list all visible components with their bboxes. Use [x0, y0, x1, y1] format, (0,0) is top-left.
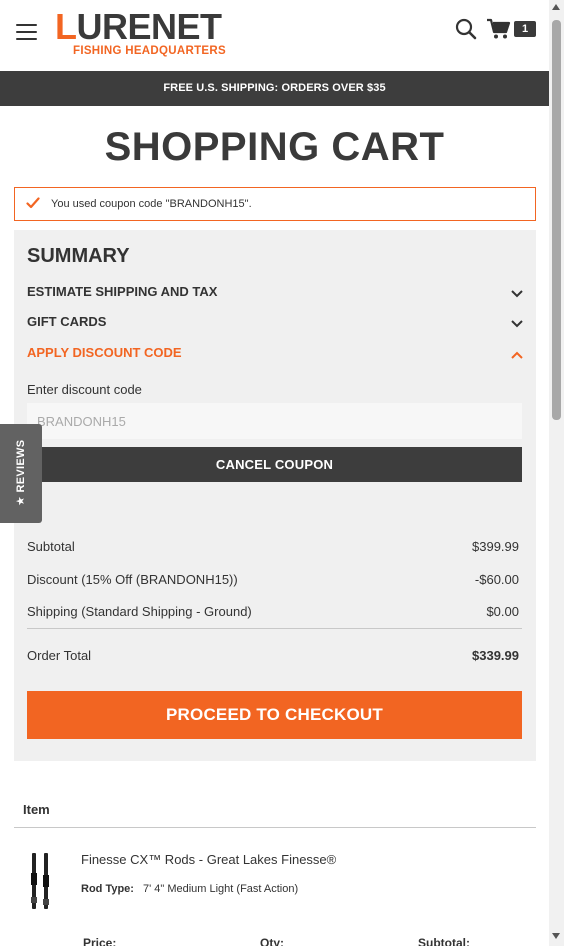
totals-divider: [27, 628, 522, 629]
apply-discount-toggle[interactable]: APPLY DISCOUNT CODE: [27, 344, 523, 366]
order-total-value: $339.99: [472, 648, 519, 663]
accordion-label: APPLY DISCOUNT CODE: [27, 345, 182, 360]
site-header: LURENET FISHING HEADQUARTERS 1: [0, 0, 549, 71]
order-summary-panel: SUMMARY ESTIMATE SHIPPING AND TAX GIFT C…: [14, 230, 536, 761]
logo-tagline: FISHING HEADQUARTERS: [73, 45, 226, 57]
subtotal-column-header: Subtotal:: [418, 936, 470, 946]
reviews-side-tab[interactable]: ★ REVIEWS: [0, 424, 42, 523]
option-key: Rod Type:: [81, 883, 134, 895]
shipping-row: Shipping (Standard Shipping - Ground) $0…: [27, 604, 519, 619]
page-title: SHOPPING CART: [104, 125, 445, 169]
order-total-label: Order Total: [27, 648, 92, 663]
menu-icon[interactable]: [16, 24, 37, 40]
scroll-up-icon[interactable]: [552, 4, 560, 10]
coupon-success-message: You used coupon code "BRANDONH15".: [14, 187, 536, 221]
subtotal-label: Subtotal: [27, 539, 75, 554]
price-column-header: Price:: [83, 936, 117, 946]
qty-column-header: Qty:: [260, 936, 284, 946]
logo-wordmark: LURENET: [55, 6, 222, 47]
site-logo[interactable]: LURENET FISHING HEADQUARTERS: [55, 8, 240, 62]
item-divider: [14, 827, 536, 828]
cart-icon[interactable]: [486, 18, 512, 40]
cancel-coupon-button[interactable]: CANCEL COUPON: [27, 447, 522, 482]
scroll-down-icon[interactable]: [552, 933, 560, 939]
product-name-link[interactable]: Finesse CX™ Rods - Great Lakes Finesse®: [81, 852, 336, 867]
subtotal-row: Subtotal $399.99: [27, 539, 519, 554]
cart-count-badge[interactable]: 1: [514, 21, 536, 37]
chevron-up-icon: [511, 347, 523, 359]
item-column-header: Item: [23, 802, 50, 817]
accordion-label: ESTIMATE SHIPPING AND TAX: [27, 284, 218, 299]
product-image[interactable]: [28, 853, 54, 909]
shipping-value: $0.00: [486, 604, 519, 619]
order-total-row: Order Total $339.99: [27, 648, 519, 663]
option-value: 7' 4" Medium Light (Fast Action): [142, 883, 299, 895]
discount-label: Discount (15% Off (BRANDONH15)): [27, 572, 238, 587]
discount-row: Discount (15% Off (BRANDONH15)) -$60.00: [27, 572, 519, 587]
discount-value: -$60.00: [474, 572, 519, 587]
gift-cards-toggle[interactable]: GIFT CARDS: [27, 313, 523, 335]
shipping-banner: FREE U.S. SHIPPING: ORDERS OVER $35: [0, 71, 549, 106]
scrollbar-thumb[interactable]: [552, 20, 561, 420]
discount-code-input[interactable]: [27, 403, 522, 439]
summary-title: SUMMARY: [27, 245, 130, 267]
product-option: Rod Type: 7' 4" Medium Light (Fast Action…: [81, 883, 298, 895]
page-scrollbar[interactable]: [549, 0, 564, 946]
discount-code-label: Enter discount code: [27, 382, 142, 397]
chevron-down-icon: [511, 316, 523, 328]
subtotal-value: $399.99: [472, 539, 519, 554]
accordion-label: GIFT CARDS: [27, 314, 107, 329]
reviews-tab-label: ★ REVIEWS: [15, 439, 27, 506]
chevron-down-icon: [511, 286, 523, 298]
search-icon[interactable]: [455, 18, 477, 40]
checkmark-icon: [26, 196, 40, 210]
coupon-message-text: You used coupon code "BRANDONH15".: [51, 198, 252, 210]
estimate-shipping-toggle[interactable]: ESTIMATE SHIPPING AND TAX: [27, 283, 523, 305]
shipping-label: Shipping (Standard Shipping - Ground): [27, 604, 252, 619]
proceed-to-checkout-button[interactable]: PROCEED TO CHECKOUT: [27, 691, 522, 739]
